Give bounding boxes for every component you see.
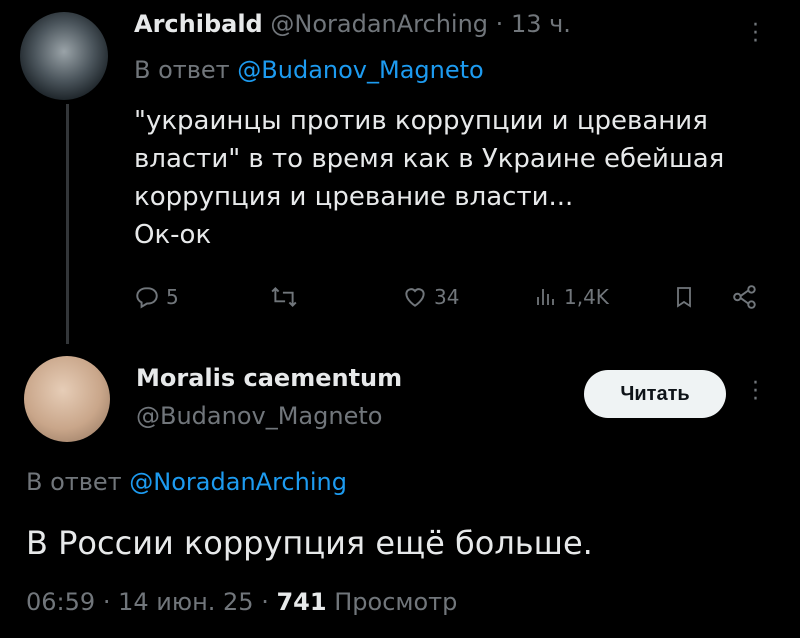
- heart-icon: [402, 284, 428, 310]
- separator: ·: [102, 588, 111, 616]
- reply-context: В ответ @Budanov_Magneto: [134, 56, 484, 84]
- tweet-time[interactable]: 06:59: [26, 588, 95, 616]
- reply-icon: [134, 284, 160, 310]
- tweet-text-line: "украинцы против коррупции и цревания: [134, 106, 708, 136]
- reply-to-link[interactable]: @Budanov_Magneto: [237, 56, 483, 84]
- tweet-meta: 06:59 · 14 июн. 25 · 741 Просмотр: [26, 588, 457, 616]
- views-action[interactable]: 1,4K: [534, 284, 609, 310]
- tweet-text-line: коррупция и цревание власти...: [134, 182, 574, 212]
- bookmark-icon[interactable]: [672, 284, 696, 310]
- timestamp[interactable]: 13 ч.: [511, 10, 571, 38]
- more-vertical-icon[interactable]: · · ·: [752, 15, 759, 53]
- reply-prefix: В ответ: [26, 468, 122, 496]
- author-handle[interactable]: @Budanov_Magneto: [136, 402, 382, 430]
- avatar[interactable]: [24, 356, 110, 442]
- reply-context: В ответ @NoradanArching: [26, 468, 347, 496]
- more-vertical-icon[interactable]: · · ·: [752, 373, 759, 411]
- avatar[interactable]: [20, 12, 108, 100]
- reply-count: 5: [166, 285, 179, 309]
- tweet-text: В России коррупция ещё больше.: [26, 524, 593, 562]
- tweet-text-line: Ок-ок: [134, 220, 212, 250]
- views-count[interactable]: 741: [276, 588, 326, 616]
- views-count: 1,4K: [564, 285, 609, 309]
- author-name[interactable]: Archibald: [134, 10, 263, 38]
- tweet-text: "украинцы против коррупции и цревания вл…: [134, 102, 724, 254]
- reply-action[interactable]: 5: [134, 284, 179, 310]
- retweet-icon: [270, 284, 298, 310]
- author-name[interactable]: Moralis caementum: [136, 364, 402, 392]
- share-icon[interactable]: [732, 284, 758, 310]
- retweet-action[interactable]: [270, 284, 304, 310]
- thread-line: [66, 104, 69, 344]
- like-action[interactable]: 34: [402, 284, 459, 310]
- follow-button[interactable]: Читать: [584, 370, 726, 418]
- author-handle[interactable]: @NoradanArching: [270, 10, 488, 38]
- reply-to-link[interactable]: @NoradanArching: [129, 468, 347, 496]
- tweet-header: Archibald @NoradanArching · 13 ч.: [134, 10, 571, 38]
- tweet-date[interactable]: 14 июн. 25: [118, 588, 253, 616]
- like-count: 34: [434, 285, 460, 309]
- views-bar-icon: [534, 284, 558, 310]
- tweet-text-line: власти" в то время как в Украине ебейшая: [134, 144, 725, 174]
- separator: ·: [495, 10, 504, 38]
- reply-prefix: В ответ: [134, 56, 230, 84]
- separator: ·: [261, 588, 269, 616]
- views-label: Просмотр: [334, 588, 458, 616]
